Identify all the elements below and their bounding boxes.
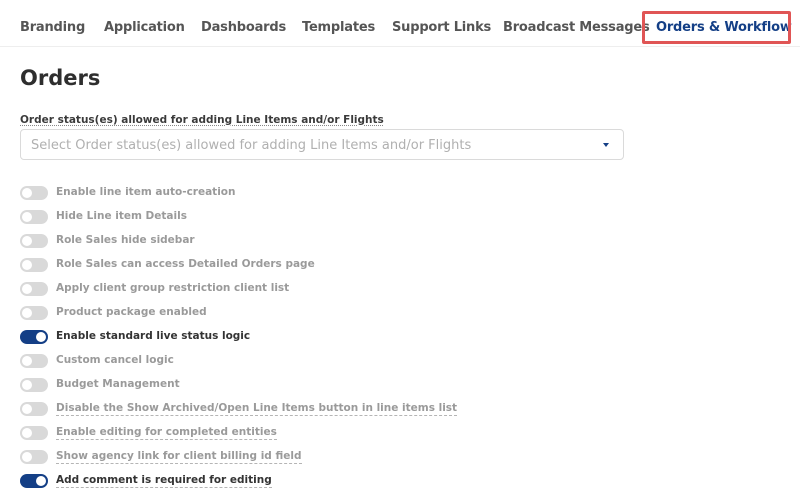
toggle-label: Budget Management	[56, 378, 180, 390]
toggle-switch[interactable]	[20, 234, 48, 248]
toggle-label: Enable line item auto-creation	[56, 186, 236, 198]
toggle-row: Enable standard live status logic	[20, 329, 720, 353]
toggle-knob	[22, 404, 32, 414]
toggle-row: Show agency link for client billing id f…	[20, 449, 720, 473]
toggle-label: Apply client group restriction client li…	[56, 282, 290, 294]
toggle-row: Disable the Show Archived/Open Line Item…	[20, 401, 720, 425]
toggle-switch[interactable]	[20, 378, 48, 392]
toggle-switch[interactable]	[20, 402, 48, 416]
toggle-switch[interactable]	[20, 426, 48, 440]
toggle-row: Apply client group restriction client li…	[20, 281, 720, 305]
toggle-label: Custom cancel logic	[56, 354, 174, 366]
toggle-knob	[22, 452, 32, 462]
tab-branding[interactable]: Branding	[20, 20, 85, 35]
toggle-label: Enable editing for completed entities	[56, 426, 277, 440]
tab-application[interactable]: Application	[104, 20, 185, 35]
toggle-knob	[36, 332, 46, 342]
tab-support-links[interactable]: Support Links	[392, 20, 491, 35]
toggle-knob	[22, 260, 32, 270]
toggle-label: Product package enabled	[56, 306, 207, 318]
toggle-label: Show agency link for client billing id f…	[56, 450, 302, 464]
toggle-row: Role Sales can access Detailed Orders pa…	[20, 257, 720, 281]
toggle-switch[interactable]	[20, 450, 48, 464]
toggle-row: Custom cancel logic	[20, 353, 720, 377]
toggle-knob	[22, 236, 32, 246]
toggle-switch[interactable]	[20, 330, 48, 344]
toggle-knob	[36, 476, 46, 486]
toggle-switch[interactable]	[20, 258, 48, 272]
toggle-label: Hide Line item Details	[56, 210, 187, 222]
toggle-row: Budget Management	[20, 377, 720, 401]
toggle-knob	[22, 428, 32, 438]
toggle-switch[interactable]	[20, 210, 48, 224]
tab-dashboards[interactable]: Dashboards	[201, 20, 286, 35]
toggle-label: Disable the Show Archived/Open Line Item…	[56, 402, 458, 416]
toggle-row: Hide Line item Details	[20, 209, 720, 233]
caret-down-icon	[603, 143, 609, 147]
toggle-knob	[22, 284, 32, 294]
toggle-switch[interactable]	[20, 282, 48, 296]
toggle-switch[interactable]	[20, 354, 48, 368]
toggle-switch[interactable]	[20, 474, 48, 488]
toggle-knob	[22, 188, 32, 198]
toggle-row: Enable editing for completed entities	[20, 425, 720, 449]
toggle-knob	[22, 380, 32, 390]
toggle-label: Role Sales hide sidebar	[56, 234, 195, 246]
settings-tab-bar: Branding Application Dashboards Template…	[0, 0, 800, 47]
toggle-knob	[22, 308, 32, 318]
toggle-label: Enable standard live status logic	[56, 330, 251, 342]
toggle-knob	[22, 356, 32, 366]
toggle-switch[interactable]	[20, 186, 48, 200]
tab-broadcast-messages[interactable]: Broadcast Messages	[503, 20, 650, 35]
toggle-row: Product package enabled	[20, 305, 720, 329]
toggle-list: Enable line item auto-creation Hide Line…	[20, 185, 720, 497]
order-status-select[interactable]: Select Order status(es) allowed for addi…	[20, 129, 624, 160]
toggle-label: Role Sales can access Detailed Orders pa…	[56, 258, 315, 270]
tab-templates[interactable]: Templates	[302, 20, 375, 35]
toggle-row: Add comment is required for editing	[20, 473, 720, 497]
toggle-switch[interactable]	[20, 306, 48, 320]
order-status-field-label: Order status(es) allowed for adding Line…	[20, 114, 384, 126]
toggle-row: Role Sales hide sidebar	[20, 233, 720, 257]
toggle-knob	[22, 212, 32, 222]
toggle-row: Enable line item auto-creation	[20, 185, 720, 209]
order-status-select-placeholder: Select Order status(es) allowed for addi…	[31, 138, 472, 153]
toggle-label: Add comment is required for editing	[56, 474, 272, 488]
active-tab-highlight	[642, 11, 791, 44]
page-title: Orders	[20, 66, 101, 90]
